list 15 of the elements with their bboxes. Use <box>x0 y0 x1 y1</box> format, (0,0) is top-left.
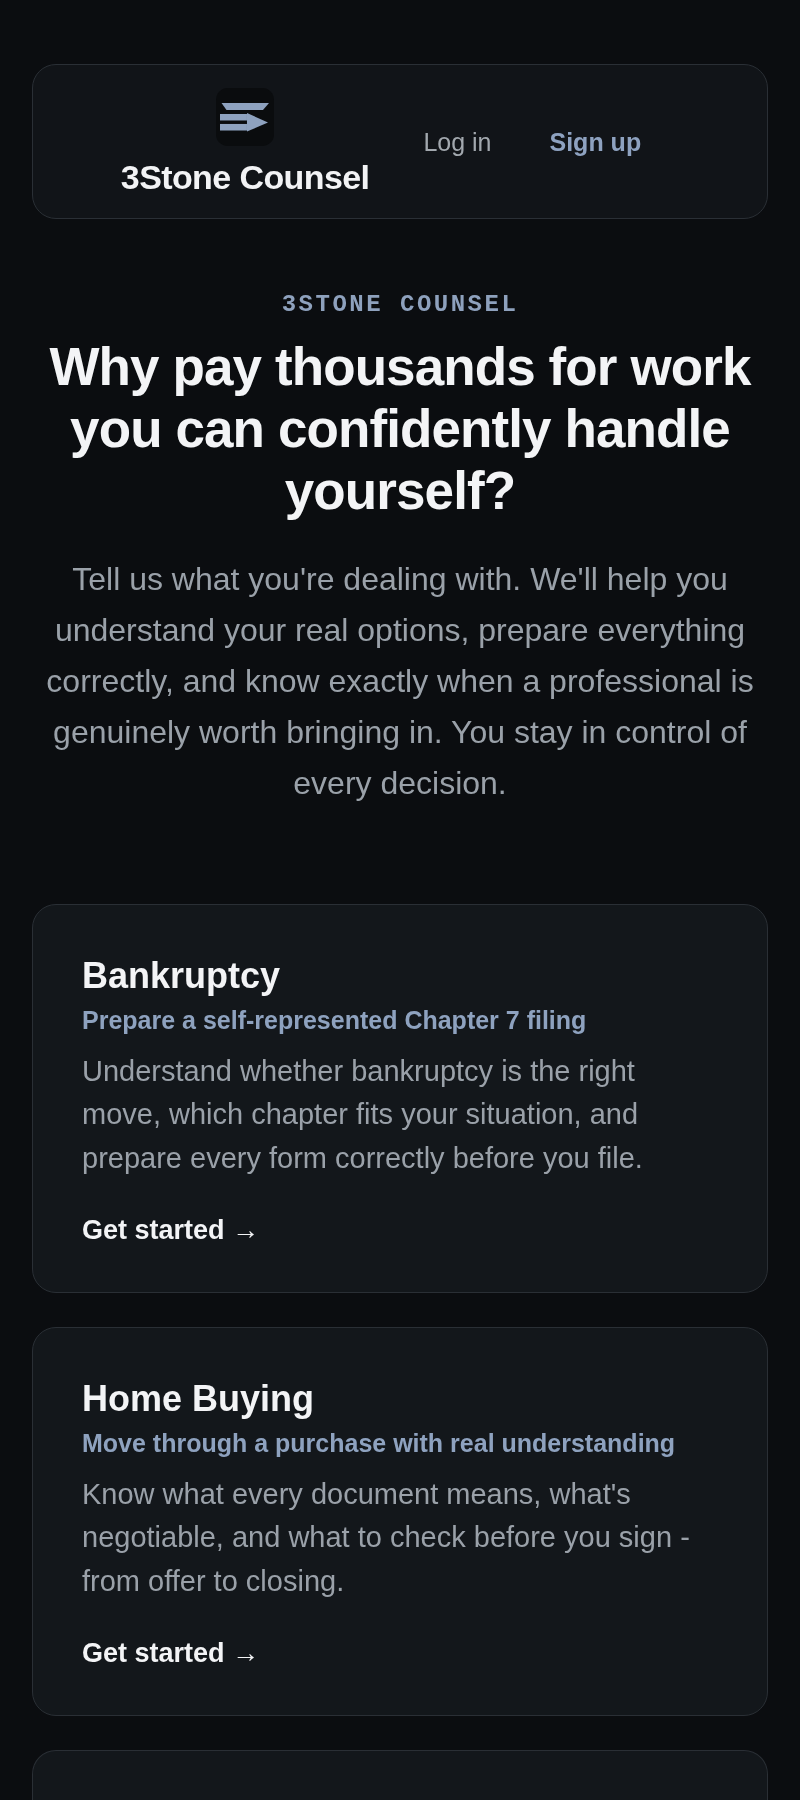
nav-link[interactable]: Log in <box>423 126 492 157</box>
card-subtitle: Prepare a self-represented Chapter 7 filing <box>82 1004 587 1035</box>
hero-title: Why pay thousands for work you can confidently handle yourself? <box>48 336 753 522</box>
card-title: Home Buying <box>82 1378 314 1420</box>
nav-link[interactable]: Sign up <box>549 126 642 157</box>
card-subtitle: Move through a purchase with real understanding <box>82 1427 676 1458</box>
card-description: Understand whether bankruptcy is the right move, which chapter fits your situation, and prepare every form correctly before you file. <box>82 1053 644 1176</box>
eyebrow-label: 3STONE COUNSEL <box>280 291 520 319</box>
logo-icon <box>216 87 275 146</box>
get-started-link[interactable]: Get started → <box>82 1214 260 1246</box>
card-description: Know what every document means, what's negotiable, and what to check before you sign - from offer to closing. <box>82 1476 691 1599</box>
hero-description: Tell us what you're dealing with. We'll help you understand your real options, prepare everything correctly, and know exactly when a professional is genuinely worth bringing in. You stay in control of every decision. <box>45 560 755 803</box>
card-title: Bankruptcy <box>82 955 281 997</box>
brand-name: 3Stone Counsel <box>120 157 370 196</box>
get-started-link[interactable]: Get started → <box>82 1637 260 1669</box>
